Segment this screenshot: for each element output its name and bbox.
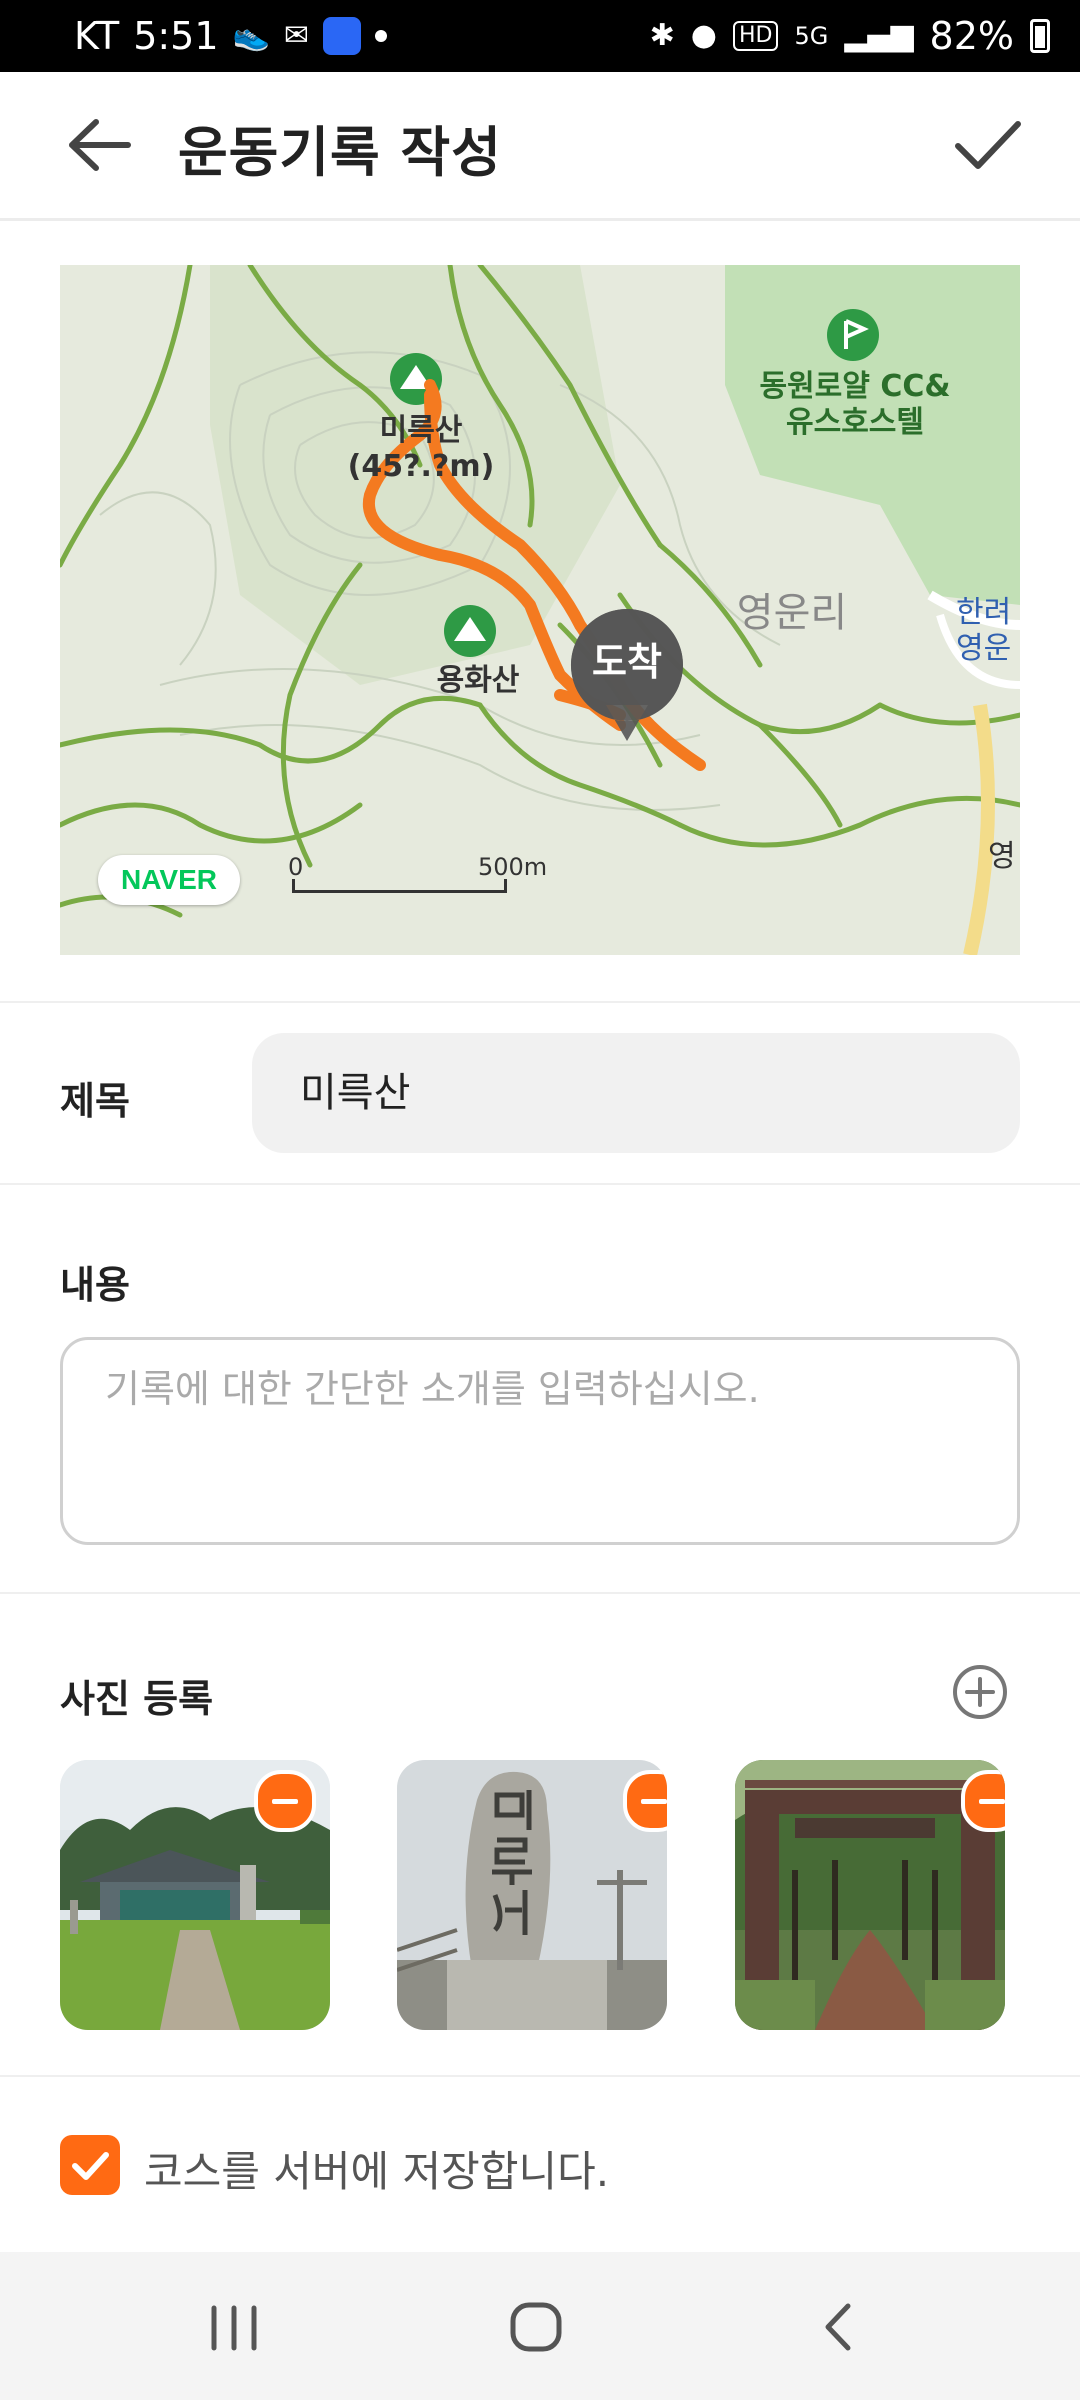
status-bar-right: ✱ ● HD 5G ▂▄▆ 82% [650,14,1050,58]
network-type-label: 5G [794,22,829,50]
golf-course-label: 동원로얄 CC& 유스호스텔 [750,369,960,441]
home-button[interactable] [496,2292,576,2362]
app-bar: 운동기록 작성 [0,72,1080,221]
back-button[interactable] [62,110,142,180]
photo-section-label: 사진 등록 [60,1677,214,1721]
scale-tick-end [504,879,507,893]
golf-course-label-line1: 동원로얄 CC& [759,369,951,404]
hd-icon: HD [732,21,779,51]
edge-place-label-line1: 한려 [956,595,1012,630]
divider [0,1001,1080,1003]
divider [0,2075,1080,2077]
arrival-marker-label: 도착 [592,640,662,684]
content-placeholder: 기록에 대한 간단한 소개를 입력하십시오. [105,1367,760,1411]
peak-height: (45?.?m) [347,449,495,484]
status-bar: KT 5:51 👟 ✉ ✱ ● HD 5G ▂▄▆ 82% [0,0,1080,72]
more-notifications-icon [375,30,388,42]
title-input[interactable]: 미륵산 [252,1033,1020,1153]
mountain-label: 용화산 [436,663,520,698]
page-title: 운동기록 작성 [178,121,502,184]
remove-photo-button[interactable] [623,1770,667,1832]
bluetooth-icon: ✱ [649,18,675,53]
naver-logo: NAVER [98,855,240,905]
scale-end-label: 500m [478,853,548,881]
save-course-label[interactable]: 코스를 서버에 저장합니다. [144,2138,609,2199]
photo-thumbnail[interactable] [60,1760,330,2030]
remove-photo-button[interactable] [961,1770,1005,1832]
scale-bar [292,890,507,893]
edge-place-label: 한려 영운 [956,595,1020,667]
confirm-button[interactable] [948,110,1028,180]
add-photo-button[interactable] [952,1664,1008,1720]
recent-apps-button[interactable] [194,2292,274,2362]
system-nav-bar [0,2252,1080,2400]
save-course-checkbox[interactable] [60,2135,120,2195]
scale-start-label: 0 [288,853,304,881]
scale-tick-start [292,879,295,893]
route-map[interactable]: 동원로얄 CC& 유스호스텔 미륵산 (45?.?m) 용화산 영운리 한려 영… [60,265,1020,955]
map-scale: 0 500m [288,853,547,893]
recent-apps-icon [211,2305,257,2351]
check-icon [72,2152,109,2180]
golf-course-label-line2: 유스호스텔 [786,405,924,440]
battery-icon [1030,19,1050,53]
content-textarea[interactable]: 기록에 대한 간단한 소개를 입력하십시오. [60,1337,1020,1545]
divider [0,1592,1080,1594]
status-bar-left: KT 5:51 👟 ✉ [74,14,388,58]
carrier-label: KT [74,14,120,58]
edge-place-label-line2: 영운 [956,631,1012,666]
signal-icon: ▂▄▆ [844,18,914,53]
check-icon [955,121,1021,169]
home-icon [510,2302,562,2352]
remove-photo-button[interactable] [254,1770,316,1832]
plus-circle-icon [953,1665,1007,1719]
clock: 5:51 [133,14,219,58]
photo-thumbnail[interactable] [735,1760,1005,2030]
location-icon: ● [690,18,717,53]
battery-percent: 82% [929,14,1014,58]
peak-label: 미륵산 (45?.?m) [346,413,496,485]
chevron-left-icon [825,2303,851,2351]
shoe-icon: 👟 [232,18,270,53]
system-back-button[interactable] [800,2292,880,2362]
divider [0,1183,1080,1185]
edge-place-small: 영 [988,839,1016,874]
peak-name: 미륵산 [379,413,463,448]
app-notification-icon [323,17,362,55]
title-label: 제목 [60,1079,130,1123]
mail-icon: ✉ [283,18,310,53]
photo-thumbnail[interactable] [397,1760,667,2030]
village-label: 영운리 [736,590,848,636]
content-label: 내용 [60,1263,130,1307]
arrow-left-icon [69,119,131,171]
